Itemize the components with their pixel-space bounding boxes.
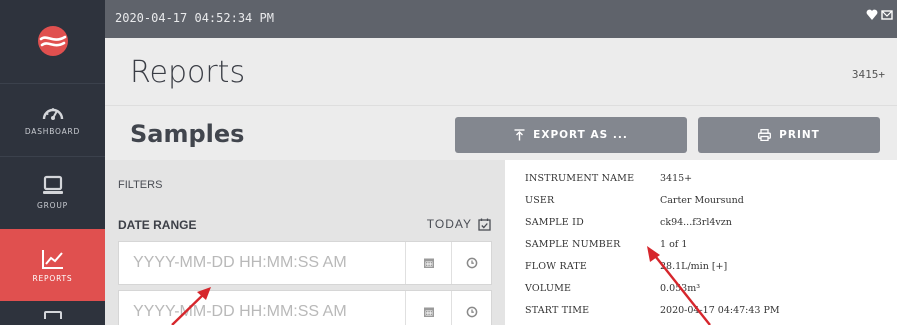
heart-shield-icon <box>866 9 878 20</box>
sample-details: INSTRUMENT NAME 3415+ USER Carter Moursu… <box>508 160 897 325</box>
detail-row: SAMPLE NUMBER 1 of 1 <box>525 239 687 250</box>
start-time-button[interactable] <box>451 242 491 284</box>
calendar-icon <box>423 307 434 317</box>
detail-row: USER Carter Moursund <box>525 195 744 206</box>
detail-key: SAMPLE ID <box>525 217 584 228</box>
filters-panel: FILTERS DATE RANGE TODAY <box>105 160 505 325</box>
detail-row: INSTRUMENT NAME 3415+ <box>525 173 692 184</box>
date-range-label: DATE RANGE <box>118 218 197 232</box>
detail-key: USER <box>525 195 555 206</box>
sidebar-item-group[interactable]: GROUP <box>0 156 105 228</box>
print-button[interactable]: PRINT <box>698 117 880 153</box>
document-icon <box>43 310 62 319</box>
printer-icon <box>758 129 772 141</box>
status-icons <box>866 9 893 21</box>
section-header: Samples EXPORT AS ... PRINT <box>105 105 897 160</box>
detail-key: VOLUME <box>525 283 572 294</box>
detail-key: FLOW RATE <box>525 261 588 272</box>
sidebar-item-dashboard[interactable]: DASHBOARD <box>0 83 105 155</box>
brand-logo-icon <box>37 26 68 56</box>
detail-value: 3415+ <box>660 173 693 184</box>
detail-row: SAMPLE ID ck94...f3rl4vzn <box>525 217 732 228</box>
sidebar-item-more[interactable] <box>0 302 105 325</box>
envelope-icon <box>881 10 893 20</box>
start-date-input[interactable] <box>119 242 405 284</box>
detail-value: 2020-04-17 04:47:43 PM <box>660 305 780 316</box>
detail-row: FLOW RATE 28.1L/min [+] <box>525 261 727 272</box>
page-title: Reports <box>130 55 246 90</box>
speedometer-icon <box>42 108 63 120</box>
detail-key: SAMPLE NUMBER <box>525 239 621 250</box>
detail-key: INSTRUMENT NAME <box>525 173 635 184</box>
brand-logo[interactable] <box>0 0 105 82</box>
today-button[interactable]: TODAY <box>427 217 491 231</box>
export-icon <box>514 129 525 141</box>
export-label: EXPORT AS ... <box>533 129 628 141</box>
detail-key: START TIME <box>525 305 590 316</box>
line-chart-icon <box>41 249 63 269</box>
today-label: TODAY <box>426 217 472 231</box>
section-title: Samples <box>130 120 245 148</box>
clock-icon <box>466 257 477 269</box>
sidebar-item-label: DASHBOARD <box>24 127 81 136</box>
detail-value: 1 of 1 <box>660 239 688 250</box>
sidebar-item-reports[interactable]: REPORTS <box>0 229 105 301</box>
end-calendar-button[interactable] <box>405 291 451 325</box>
calendar-icon <box>423 258 434 268</box>
filters-label: FILTERS <box>118 179 163 191</box>
clock-icon <box>466 306 477 318</box>
detail-row: VOLUME 0.053m³ <box>525 283 700 294</box>
start-calendar-button[interactable] <box>405 242 451 284</box>
end-time-button[interactable] <box>451 291 491 325</box>
export-button[interactable]: EXPORT AS ... <box>455 117 687 153</box>
calendar-check-icon <box>478 218 491 231</box>
monitor-icon <box>42 175 63 194</box>
detail-row: START TIME 2020-04-17 04:47:43 PM <box>525 305 780 316</box>
sidebar-item-label: GROUP <box>37 201 68 210</box>
sidebar: DASHBOARD GROUP REPORTS <box>0 0 105 325</box>
detail-value: Carter Moursund <box>660 195 744 206</box>
clock-text: 2020-04-17 04:52:34 PM <box>115 11 274 25</box>
detail-value: 28.1L/min [+] <box>660 261 728 272</box>
status-bar: 2020-04-17 04:52:34 PM <box>105 0 897 38</box>
page-header: Reports 3415+ <box>105 38 897 105</box>
instrument-id: 3415+ <box>851 68 885 81</box>
detail-value: ck94...f3rl4vzn <box>660 217 732 228</box>
end-date-input[interactable] <box>119 291 405 325</box>
end-date-row <box>118 290 492 325</box>
detail-value: 0.053m³ <box>660 283 701 294</box>
print-label: PRINT <box>779 129 820 141</box>
sidebar-item-label: REPORTS <box>32 273 73 283</box>
start-date-row <box>118 241 492 285</box>
